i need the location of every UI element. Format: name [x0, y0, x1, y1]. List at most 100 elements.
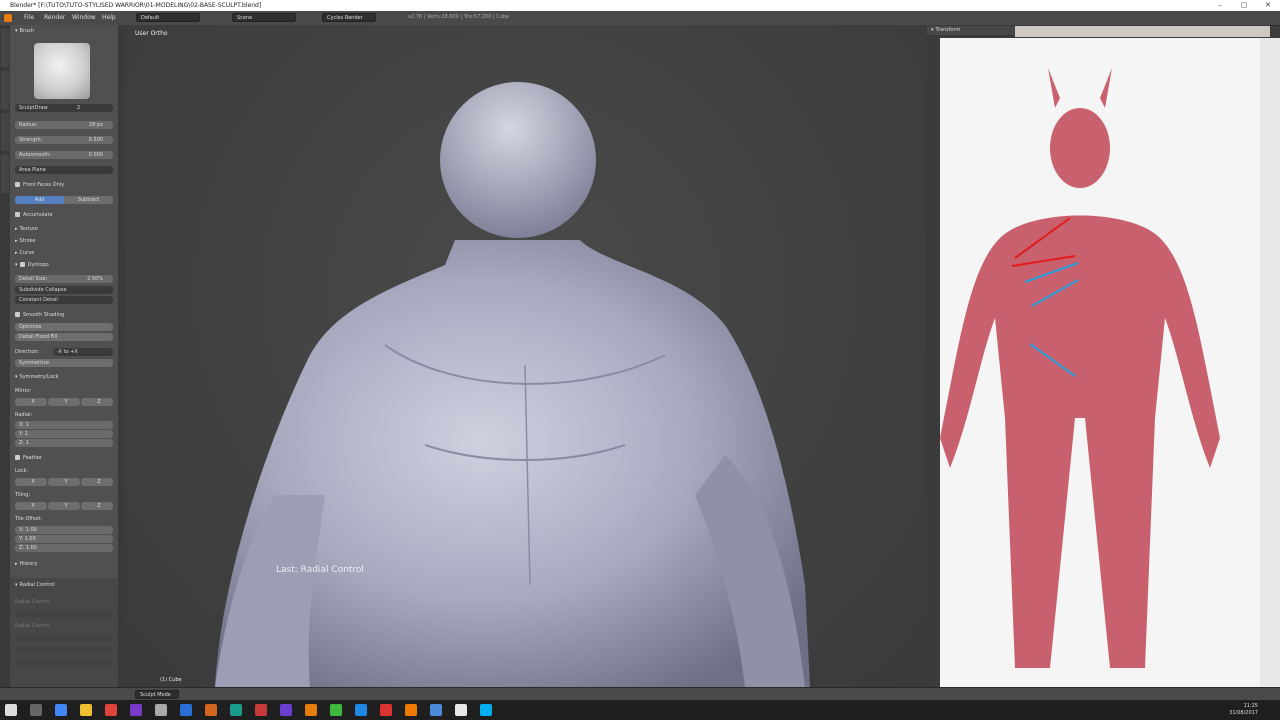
smooth-shading-checkbox[interactable]: Smooth Shading: [15, 311, 113, 319]
vlc-icon[interactable]: [405, 704, 417, 716]
app-icon-1[interactable]: [105, 704, 117, 716]
brush-preview-thumbnail[interactable]: [34, 43, 90, 99]
tool-shelf-scrollbar[interactable]: [118, 25, 125, 690]
menu-window[interactable]: Window: [72, 14, 96, 21]
last-operator-label: Last: Radial Control: [276, 565, 364, 575]
info-header: File Render Window Help Default Scene Cy…: [0, 11, 1280, 26]
radial-x-field[interactable]: X: 1: [15, 421, 113, 429]
redo-data-path-field-4[interactable]: [15, 658, 113, 666]
start-icon[interactable]: [5, 704, 17, 716]
app-icon-9[interactable]: [430, 704, 442, 716]
tile-offset-y-field[interactable]: Y: 1.00: [15, 535, 113, 543]
strength-slider[interactable]: Strength: 0.500: [15, 136, 113, 144]
3d-viewport[interactable]: [125, 25, 925, 687]
symmetrize-button[interactable]: Symmetrize: [15, 359, 113, 367]
transform-panel-header[interactable]: ▾ Transform: [927, 26, 1015, 35]
autosmooth-slider[interactable]: Autosmooth: 0.000: [15, 151, 113, 159]
reference-demon-figure: [940, 68, 1220, 668]
brush-panel-header[interactable]: ▾ Brush: [15, 27, 113, 35]
detail-flood-fill-button[interactable]: Detail Flood Fill: [15, 333, 113, 341]
tab-create[interactable]: [1, 155, 9, 193]
blender-logo-icon[interactable]: [4, 14, 12, 22]
radial-control-header[interactable]: ▾ Radial Control: [15, 581, 113, 589]
optimize-button[interactable]: Optimize: [15, 323, 113, 331]
dyntopo-panel-header[interactable]: ▾ Dyntopo: [15, 261, 113, 269]
tiling-z-toggle[interactable]: Z: [81, 502, 113, 510]
mirror-x-toggle[interactable]: X: [15, 398, 47, 406]
tiling-x-toggle[interactable]: X: [15, 502, 47, 510]
file-explorer-icon[interactable]: [80, 704, 92, 716]
tiling-y-toggle[interactable]: Y: [48, 502, 80, 510]
premiere-icon[interactable]: [280, 704, 292, 716]
app-icon-2[interactable]: [130, 704, 142, 716]
blender-icon[interactable]: [305, 704, 317, 716]
demon-right-horn: [1100, 68, 1112, 108]
texture-panel-header[interactable]: ▸ Texture: [15, 225, 113, 233]
screen-layout-select[interactable]: Default: [136, 13, 200, 22]
skype-icon[interactable]: [480, 704, 492, 716]
lock-y-toggle[interactable]: Y: [48, 478, 80, 486]
redo-data-path-field-2[interactable]: [15, 634, 113, 642]
radial-label: Radial:: [15, 412, 33, 418]
menu-help[interactable]: Help: [102, 14, 116, 21]
tab-tools[interactable]: [1, 29, 9, 67]
history-panel-header[interactable]: ▸ History: [15, 560, 113, 568]
close-button[interactable]: ✕: [1258, 1, 1278, 9]
app-icon-4[interactable]: [230, 704, 242, 716]
task-view-icon[interactable]: [30, 704, 42, 716]
mirror-z-toggle[interactable]: Z: [81, 398, 113, 406]
feather-checkbox[interactable]: Feather: [15, 454, 113, 462]
window-titlebar: Blender* [F:\TUTO\TUTO-STYLISED WARRIOR\…: [0, 0, 1280, 11]
menu-file[interactable]: File: [24, 14, 34, 21]
sculpt-mesh-view: [215, 82, 810, 687]
detail-mode-select[interactable]: Constant Detail: [15, 296, 113, 304]
tile-offset-x-field[interactable]: X: 1.00: [15, 526, 113, 534]
direction-select[interactable]: -X to +X: [53, 348, 113, 356]
plane-mode-select[interactable]: Area Plane: [15, 166, 113, 174]
tool-shelf: ▾ Brush SculptDraw 2 Radius: 28 px Strength…: [10, 25, 118, 690]
radius-slider[interactable]: Radius: 28 px: [15, 121, 113, 129]
add-subtract-toggle: Add Subtract: [15, 196, 113, 204]
stroke-panel-header[interactable]: ▸ Stroke: [15, 237, 113, 245]
add-button[interactable]: Add: [15, 196, 64, 204]
interaction-mode-select[interactable]: Sculpt Mode: [135, 690, 179, 699]
front-faces-only-checkbox[interactable]: Front Faces Only: [15, 181, 113, 189]
app-icon-10[interactable]: [455, 704, 467, 716]
system-clock[interactable]: 11:25 31/08/2017: [1229, 703, 1258, 717]
illustrator-icon[interactable]: [205, 704, 217, 716]
radial-y-field[interactable]: Y: 1: [15, 430, 113, 438]
app-icon-6[interactable]: [330, 704, 342, 716]
app-icon-7[interactable]: [355, 704, 367, 716]
app-icon-8[interactable]: [380, 704, 392, 716]
curve-panel-header[interactable]: ▸ Curve: [15, 249, 113, 257]
brush-name-field[interactable]: SculptDraw 2: [15, 104, 113, 112]
redo-property-label-2: Radial Control: [15, 623, 51, 629]
mirror-y-toggle[interactable]: Y: [48, 398, 80, 406]
sculpt-head: [440, 82, 596, 238]
accumulate-checkbox[interactable]: Accumulate: [15, 211, 113, 219]
tile-offset-z-field[interactable]: Z: 1.00: [15, 544, 113, 552]
scene-select[interactable]: Scene: [232, 13, 296, 22]
lock-axes: X Y Z: [15, 478, 113, 486]
tab-grease-pencil[interactable]: [1, 113, 9, 151]
maximize-button[interactable]: ▢: [1234, 1, 1254, 9]
redo-data-path-field-3[interactable]: [15, 646, 113, 654]
detail-size-slider[interactable]: Detail Size: 2.50%: [15, 275, 113, 283]
subtract-button[interactable]: Subtract: [64, 196, 113, 204]
menu-render[interactable]: Render: [44, 14, 65, 21]
redo-property-label: Radial Control: [15, 599, 51, 605]
app-icon-5[interactable]: [255, 704, 267, 716]
redo-data-path-field[interactable]: [15, 610, 113, 618]
symmetry-lock-panel-header[interactable]: ▾ Symmetry/Lock: [15, 373, 113, 381]
scene-stats: v2.78 | Verts:28,600 | Tris:57,200 | Cub…: [408, 14, 510, 20]
render-engine-select[interactable]: Cycles Render: [322, 13, 376, 22]
app-icon-3[interactable]: [155, 704, 167, 716]
lock-x-toggle[interactable]: X: [15, 478, 47, 486]
photoshop-icon[interactable]: [180, 704, 192, 716]
lock-z-toggle[interactable]: Z: [81, 478, 113, 486]
radial-z-field[interactable]: Z: 1: [15, 439, 113, 447]
chrome-icon[interactable]: [55, 704, 67, 716]
minimize-button[interactable]: –: [1210, 1, 1230, 9]
tab-options[interactable]: [1, 71, 9, 109]
subdiv-collapse-select[interactable]: Subdivide Collapse: [15, 286, 113, 294]
